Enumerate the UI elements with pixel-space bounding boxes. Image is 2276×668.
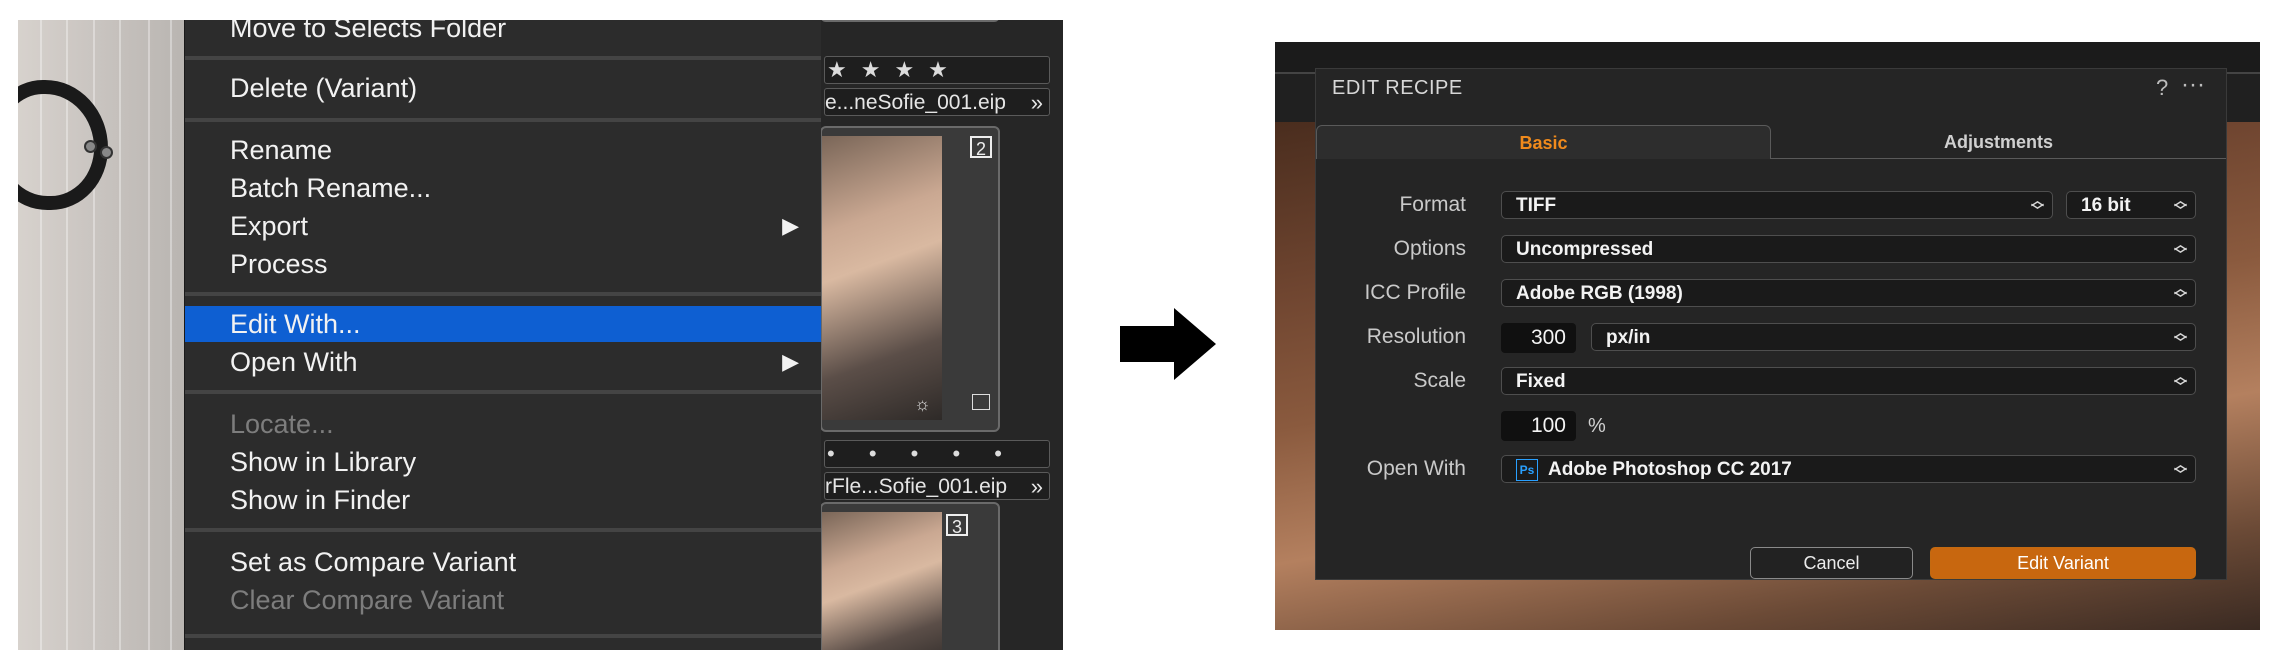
updown-chevron-icon: ︿ ﹀ — [2173, 369, 2187, 394]
thumbnail-2[interactable]: 2 ☼ — [820, 126, 1000, 432]
left-screenshot: ★★★★ e...neSofie_001.eip » 2 ☼ • • • • •… — [18, 20, 1063, 650]
edit-variant-button[interactable]: Edit Variant — [1930, 547, 2196, 579]
resolution-label: Resolution — [1366, 325, 1466, 348]
menu-item-batch-rename[interactable]: Batch Rename... — [185, 170, 821, 206]
menu-item-export-label: Export — [230, 211, 309, 241]
menu-separator — [185, 390, 821, 394]
edit-recipe-dialog: EDIT RECIPE ? ··· Basic Adjustments Form… — [1315, 68, 2227, 580]
options-select[interactable]: Uncompressed ︿ ﹀ — [1501, 235, 2196, 263]
options-value: Uncompressed — [1516, 239, 1654, 260]
open-with-select[interactable]: Ps Adobe Photoshop CC 2017 ︿ ﹀ — [1501, 455, 2196, 483]
updown-chevron-icon: ︿ ﹀ — [2173, 281, 2187, 306]
background-photo — [18, 20, 186, 650]
bit-depth-value: 16 bit — [2081, 195, 2131, 216]
photoshop-icon: Ps — [1516, 458, 1538, 481]
thumbnail-1[interactable] — [820, 20, 1000, 22]
right-screenshot: EDIT RECIPE ? ··· Basic Adjustments Form… — [1275, 42, 2260, 630]
cancel-button[interactable]: Cancel — [1750, 547, 1913, 579]
menu-item-set-compare-variant[interactable]: Set as Compare Variant — [185, 544, 821, 580]
tab-adjustments[interactable]: Adjustments — [1771, 125, 2226, 159]
updown-chevron-icon: ︿ ﹀ — [2173, 457, 2187, 482]
resolution-unit-value: px/in — [1606, 327, 1651, 348]
variant-number-badge: 2 — [970, 136, 992, 159]
filename-bar-2[interactable]: rFle...Sofie_001.eip » — [824, 472, 1050, 500]
chevron-icon[interactable]: » — [1031, 473, 1043, 499]
variant-number-badge: 3 — [946, 514, 968, 537]
menu-item-show-in-library[interactable]: Show in Library — [185, 444, 821, 480]
scale-amount-input[interactable]: 100 — [1501, 411, 1576, 441]
right-arrow-icon — [1120, 308, 1216, 380]
menu-separator — [185, 56, 821, 60]
menu-separator — [185, 118, 821, 122]
menu-item-show-in-finder[interactable]: Show in Finder — [185, 482, 821, 518]
thumbnail-image-2 — [822, 136, 942, 420]
menu-separator — [185, 528, 821, 532]
menu-separator — [185, 292, 821, 296]
menu-item-open-with-label: Open With — [230, 347, 358, 377]
menu-separator — [185, 634, 821, 638]
open-with-value: Adobe Photoshop CC 2017 — [1548, 459, 1792, 480]
menu-item-process[interactable]: Process — [185, 246, 821, 282]
format-label: Format — [1399, 193, 1466, 216]
context-menu: Move to Selects Folder Delete (Variant) … — [184, 20, 821, 650]
thumbnail-3[interactable]: 3 — [820, 502, 1000, 650]
more-options-icon[interactable]: ··· — [2181, 71, 2205, 99]
settings-icon: ☼ — [914, 394, 931, 414]
scale-label: Scale — [1413, 369, 1466, 392]
format-select[interactable]: TIFF ︿ ﹀ — [1501, 191, 2053, 219]
scale-select[interactable]: Fixed ︿ ﹀ — [1501, 367, 2196, 395]
updown-chevron-icon: ︿ ﹀ — [2173, 193, 2187, 218]
menu-item-export[interactable]: Export ▶ — [185, 208, 821, 244]
bit-depth-select[interactable]: 16 bit ︿ ﹀ — [2066, 191, 2196, 219]
open-with-label: Open With — [1366, 457, 1466, 480]
filename-2: rFle...Sofie_001.eip — [825, 475, 1008, 498]
filename-1: e...neSofie_001.eip — [825, 91, 1006, 114]
menu-item-locate: Locate... — [230, 409, 334, 439]
submenu-arrow-icon: ▶ — [782, 349, 799, 374]
format-value: TIFF — [1516, 195, 1557, 216]
menu-item-edit-with[interactable]: Edit With... — [185, 306, 821, 342]
help-icon[interactable]: ? — [2156, 75, 2168, 101]
scale-unit-label: % — [1588, 415, 1606, 437]
tab-basic[interactable]: Basic — [1316, 125, 1771, 159]
submenu-arrow-icon: ▶ — [782, 213, 799, 238]
menu-item-rename[interactable]: Rename — [185, 132, 821, 168]
menu-item-clear-compare-variant: Clear Compare Variant — [230, 585, 505, 615]
resolution-unit-select[interactable]: px/in ︿ ﹀ — [1591, 323, 2196, 351]
updown-chevron-icon: ︿ ﹀ — [2173, 325, 2187, 350]
menu-item-delete-variant[interactable]: Delete (Variant) — [185, 70, 821, 106]
updown-chevron-icon: ︿ ﹀ — [2173, 237, 2187, 262]
menu-item-move-to-selects[interactable]: Move to Selects Folder — [185, 20, 821, 46]
resolution-input[interactable]: 300 — [1501, 323, 1576, 353]
dialog-title: EDIT RECIPE — [1332, 77, 1463, 99]
options-label: Options — [1393, 237, 1466, 260]
rating-row-2[interactable]: • • • • • — [824, 440, 1050, 468]
updown-chevron-icon: ︿ ﹀ — [2030, 193, 2044, 218]
icc-profile-label: ICC Profile — [1364, 281, 1466, 304]
chevron-icon[interactable]: » — [1031, 89, 1043, 115]
filename-bar-1[interactable]: e...neSofie_001.eip » — [824, 88, 1050, 116]
thumbnail-browser[interactable]: ★★★★ e...neSofie_001.eip » 2 ☼ • • • • •… — [820, 20, 1063, 650]
thumbnail-image-3 — [822, 512, 942, 650]
icc-profile-value: Adobe RGB (1998) — [1516, 283, 1683, 304]
rating-row-1[interactable]: ★★★★ — [824, 56, 1050, 84]
metadata-icon — [972, 394, 990, 410]
scale-value: Fixed — [1516, 371, 1566, 392]
icc-profile-select[interactable]: Adobe RGB (1998) ︿ ﹀ — [1501, 279, 2196, 307]
menu-item-open-with[interactable]: Open With ▶ — [185, 344, 821, 380]
